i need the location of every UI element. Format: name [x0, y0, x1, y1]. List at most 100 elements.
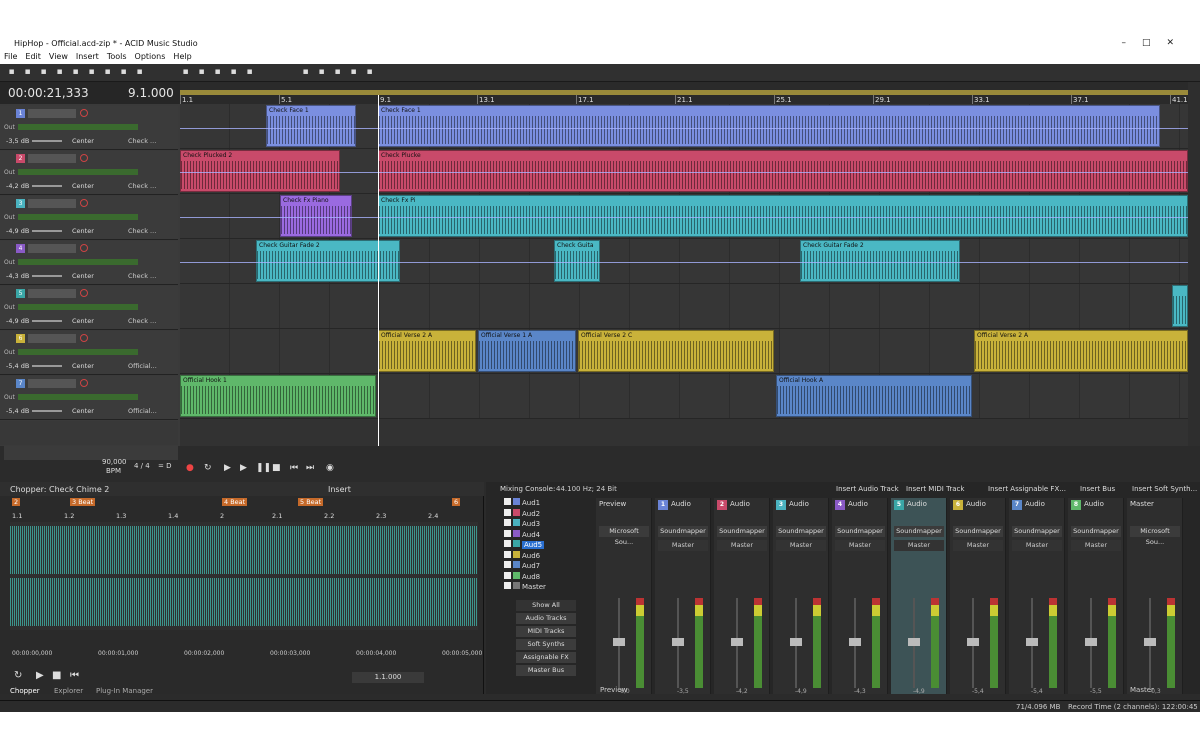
- track-volume[interactable]: -5,4 dB: [6, 362, 29, 370]
- checkbox-icon[interactable]: [504, 519, 511, 526]
- mixer-list-item[interactable]: Aud1: [504, 498, 540, 507]
- tb-properties-icon[interactable]: ▪: [70, 67, 81, 78]
- record-arm-icon[interactable]: [80, 199, 88, 207]
- time-signature[interactable]: 4 / 4: [134, 462, 150, 470]
- go-end-icon[interactable]: ⏭: [306, 463, 314, 473]
- tab-explorer[interactable]: Explorer: [54, 687, 83, 695]
- track-volume[interactable]: -4,2 dB: [6, 182, 29, 190]
- volume-envelope-line[interactable]: [180, 128, 1188, 129]
- mixer-filter-button[interactable]: Soft Synths: [516, 639, 576, 650]
- tab-chopper[interactable]: Chopper: [10, 687, 40, 695]
- chopper-position[interactable]: 1.1.000: [352, 672, 424, 683]
- audio-clip[interactable]: Official Verse 2 A: [378, 330, 476, 372]
- mixer-filter-button[interactable]: Show All: [516, 600, 576, 611]
- fader-knob[interactable]: [1085, 638, 1097, 646]
- audio-clip[interactable]: Check Guitar Fade 2: [800, 240, 960, 282]
- track-header-4[interactable]: 4 Out -4,3 dB Center Check ...: [0, 241, 178, 285]
- tb-erase-icon[interactable]: ▪: [300, 67, 311, 78]
- menu-tools[interactable]: Tools: [103, 51, 131, 62]
- window-controls[interactable]: –□✕: [1121, 38, 1190, 48]
- volume-slider[interactable]: [32, 230, 62, 232]
- channel-output-button[interactable]: Soundmapper: [717, 526, 767, 537]
- fader-knob[interactable]: [967, 638, 979, 646]
- track-pan[interactable]: Center: [72, 227, 94, 235]
- volume-envelope-line[interactable]: [180, 262, 1188, 263]
- tb-help-icon[interactable]: ▪: [364, 67, 375, 78]
- fader-knob[interactable]: [672, 638, 684, 646]
- chopper-loop-icon[interactable]: ↻: [14, 670, 22, 681]
- track-pan[interactable]: Center: [72, 362, 94, 370]
- metronome-icon[interactable]: ◉: [326, 463, 334, 473]
- record-icon[interactable]: ●: [186, 463, 194, 473]
- checkbox-icon[interactable]: [504, 508, 511, 516]
- pause-icon[interactable]: ❚❚: [256, 463, 271, 473]
- chopper-rewind-icon[interactable]: ⏮: [70, 670, 79, 681]
- channel-bus[interactable]: Master: [953, 540, 1003, 551]
- track-header-6[interactable]: 6 Out -5,4 dB Center Official...: [0, 331, 178, 375]
- volume-slider[interactable]: [32, 365, 62, 367]
- channel-bus[interactable]: Master: [894, 540, 944, 551]
- audio-clip[interactable]: Official Verse 2 A: [974, 330, 1188, 372]
- channel-output[interactable]: Microsoft Sou...: [599, 526, 649, 546]
- menu-insert[interactable]: Insert: [72, 51, 103, 62]
- track-name-field[interactable]: [28, 244, 76, 253]
- track-name-field[interactable]: [28, 334, 76, 343]
- audio-clip[interactable]: Official Hook A: [776, 375, 972, 417]
- track-header-1[interactable]: 1 Out -3,5 dB Center Check ...: [0, 106, 178, 150]
- mixer-button-2[interactable]: Insert Assignable FX...: [988, 485, 1066, 493]
- fader-knob[interactable]: [790, 638, 802, 646]
- menu-file[interactable]: File: [0, 51, 21, 62]
- channel-bus[interactable]: Master: [776, 540, 826, 551]
- track-name-field[interactable]: [28, 109, 76, 118]
- play-from-start-icon[interactable]: ▶: [224, 463, 231, 473]
- fader-knob[interactable]: [849, 638, 861, 646]
- tb-undo-icon[interactable]: ▪: [134, 67, 145, 78]
- bpm-value[interactable]: 90,000: [102, 458, 127, 466]
- go-start-icon[interactable]: ⏮: [290, 463, 298, 473]
- menu-view[interactable]: View: [45, 51, 72, 62]
- tb-open-icon[interactable]: ▪: [22, 67, 33, 78]
- audio-clip[interactable]: Check Plucked 2: [180, 150, 340, 192]
- menu-options[interactable]: Options: [131, 51, 170, 62]
- mixer-list-item[interactable]: Aud6: [504, 550, 540, 560]
- track-name-field[interactable]: [28, 379, 76, 388]
- tb-paste-icon[interactable]: ▪: [118, 67, 129, 78]
- tb-draw-icon[interactable]: ▪: [244, 67, 255, 78]
- record-arm-icon[interactable]: [80, 334, 88, 342]
- chopper-stop-icon[interactable]: ■: [52, 670, 61, 681]
- track-pan[interactable]: Center: [72, 272, 94, 280]
- record-arm-icon[interactable]: [80, 244, 88, 252]
- channel-output-button[interactable]: Soundmapper: [776, 526, 826, 537]
- tb-copy-icon[interactable]: ▪: [102, 67, 113, 78]
- volume-envelope-line[interactable]: [180, 217, 1188, 218]
- loop-region-bar[interactable]: [180, 90, 1188, 95]
- track-pan[interactable]: Center: [72, 317, 94, 325]
- chopper-marker[interactable]: 6: [452, 498, 461, 506]
- channel-output[interactable]: Microsoft Sou...: [1130, 526, 1180, 546]
- fader-knob[interactable]: [1144, 638, 1156, 646]
- tb-select-icon[interactable]: ▪: [316, 67, 327, 78]
- volume-slider[interactable]: [32, 320, 62, 322]
- audio-clip[interactable]: Check Face 1: [266, 105, 356, 147]
- mixer-list-item[interactable]: Aud4: [504, 529, 540, 539]
- channel-output-button[interactable]: Soundmapper: [835, 526, 885, 537]
- track-name-field[interactable]: [28, 199, 76, 208]
- track-name-field[interactable]: [28, 289, 76, 298]
- volume-slider[interactable]: [32, 275, 62, 277]
- checkbox-icon[interactable]: [504, 498, 511, 505]
- record-arm-icon[interactable]: [80, 289, 88, 297]
- tb-render-icon[interactable]: ▪: [54, 67, 65, 78]
- mixer-button-4[interactable]: Insert Soft Synth...: [1132, 485, 1197, 493]
- mixer-list-item[interactable]: Aud2: [504, 508, 540, 518]
- track-pan[interactable]: Center: [72, 182, 94, 190]
- audio-clip[interactable]: Check Face 1: [378, 105, 1160, 147]
- track-volume[interactable]: -3,5 dB: [6, 137, 29, 145]
- tb-split-icon[interactable]: ▪: [228, 67, 239, 78]
- tb-pointer-icon[interactable]: ▪: [196, 67, 207, 78]
- volume-slider[interactable]: [32, 185, 62, 187]
- vertical-scrollbar[interactable]: [1188, 82, 1200, 462]
- checkbox-icon[interactable]: [504, 550, 511, 558]
- checkbox-icon[interactable]: [504, 540, 511, 547]
- track-header-5[interactable]: 5 Out -4,9 dB Center Check ...: [0, 286, 178, 330]
- track-volume[interactable]: -4,9 dB: [6, 227, 29, 235]
